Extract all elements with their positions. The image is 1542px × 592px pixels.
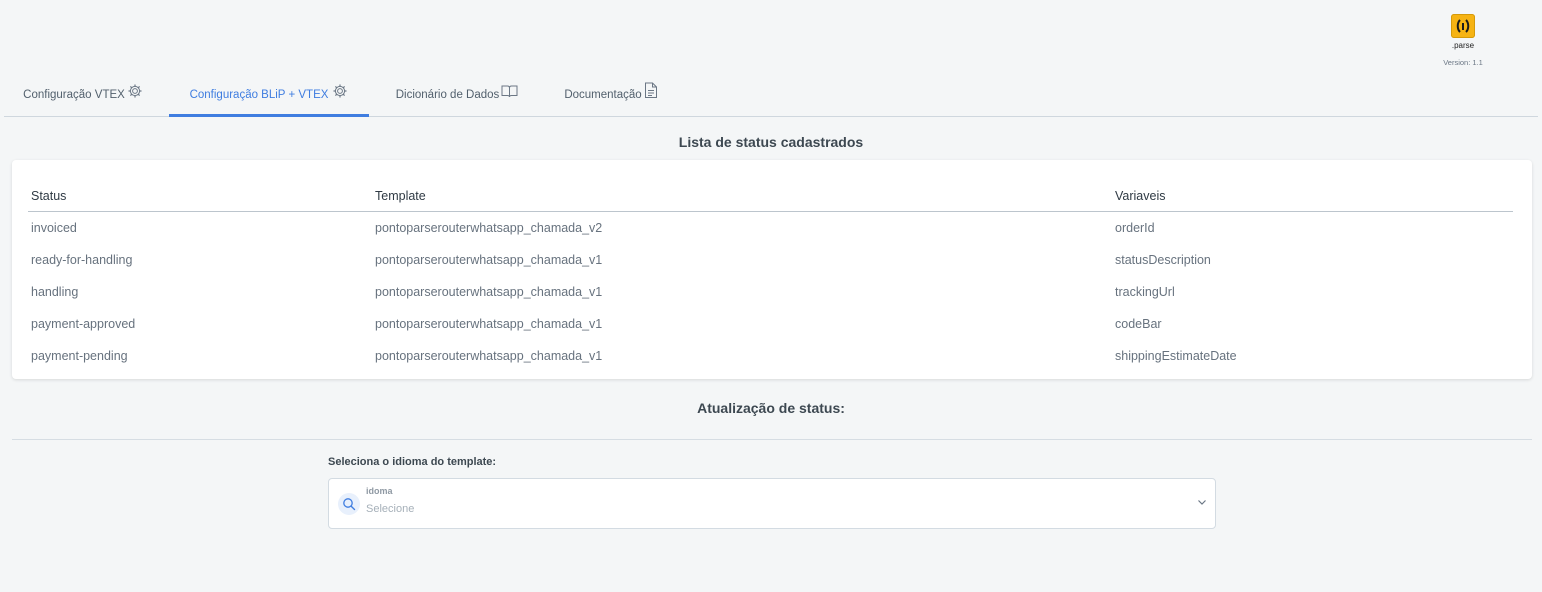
table-row: ready-for-handling pontoparserouterwhats… [28,244,1513,276]
status-cell: invoiced [31,221,77,235]
status-update-title: Atualização de status: [697,400,845,416]
status-cell: handling [31,285,79,299]
version-label: Version: 1.1 [1443,58,1483,67]
variable-cell: shippingEstimateDate [1115,349,1237,363]
status-cell: payment-approved [31,317,136,331]
select-label: idoma [366,486,393,496]
tab-dicionario-de-dados[interactable]: Dicionário de Dados [390,74,524,115]
section-divider [12,439,1532,440]
table-header-row: Status Template Variaveis [28,180,1513,212]
tab-bar: Configuração VTEX Configuração BLiP + VT… [4,74,1538,117]
template-cell: pontoparserouterwhatsapp_chamada_v1 [375,253,603,267]
table-row: payment-pending pontoparserouterwhatsapp… [28,340,1513,372]
variable-cell: trackingUrl [1115,285,1175,299]
language-field-label: Seleciona o idioma do template: [328,456,497,468]
variable-cell: codeBar [1115,317,1162,331]
logo-text: .parse [1451,41,1475,50]
table-row: payment-approved pontoparserouterwhatsap… [28,308,1513,340]
tab-configuracao-blip-vtex[interactable]: Configuração BLiP + VTEX [169,74,369,117]
tab-label: Configuração VTEX [23,88,125,101]
select-placeholder: Selecione [366,503,415,515]
column-header-status: Status [28,180,372,212]
tab-label: Dicionário de Dados [395,88,500,101]
variable-cell: statusDescription [1115,253,1211,267]
document-icon [644,82,658,99]
tab-configuracao-vtex[interactable]: Configuração VTEX [20,74,146,115]
brand-logo-area: .parse Version: 1.1 [1430,14,1496,67]
table-row: invoiced pontoparserouterwhatsapp_chamad… [28,212,1513,245]
template-cell: pontoparserouterwhatsapp_chamada_v1 [375,349,603,363]
tab-label: Configuração BLiP + VTEX [189,88,329,101]
template-cell: pontoparserouterwhatsapp_chamada_v2 [375,221,603,235]
parse-logo-icon [1451,14,1475,38]
column-header-variaveis: Variaveis [1112,180,1513,212]
tab-label: Documentação [564,88,642,101]
book-icon [501,84,518,98]
template-cell: pontoparserouterwhatsapp_chamada_v1 [375,285,603,299]
status-table: Status Template Variaveis invoiced ponto… [28,180,1513,372]
status-list-title: Lista de status cadastrados [678,134,864,150]
status-cell: ready-for-handling [31,253,133,267]
gear-icon [332,83,348,99]
column-header-template: Template [372,180,1112,212]
tab-documentacao[interactable]: Documentação [559,74,663,115]
template-cell: pontoparserouterwhatsapp_chamada_v1 [375,317,603,331]
gear-icon [127,83,143,99]
variable-cell: orderId [1115,221,1155,235]
search-icon [338,493,360,515]
chevron-down-icon[interactable] [1197,498,1207,506]
status-list-card: Status Template Variaveis invoiced ponto… [12,160,1532,379]
language-select[interactable]: idoma Selecione [328,478,1216,529]
table-row: handling pontoparserouterwhatsapp_chamad… [28,276,1513,308]
status-cell: payment-pending [31,349,128,363]
